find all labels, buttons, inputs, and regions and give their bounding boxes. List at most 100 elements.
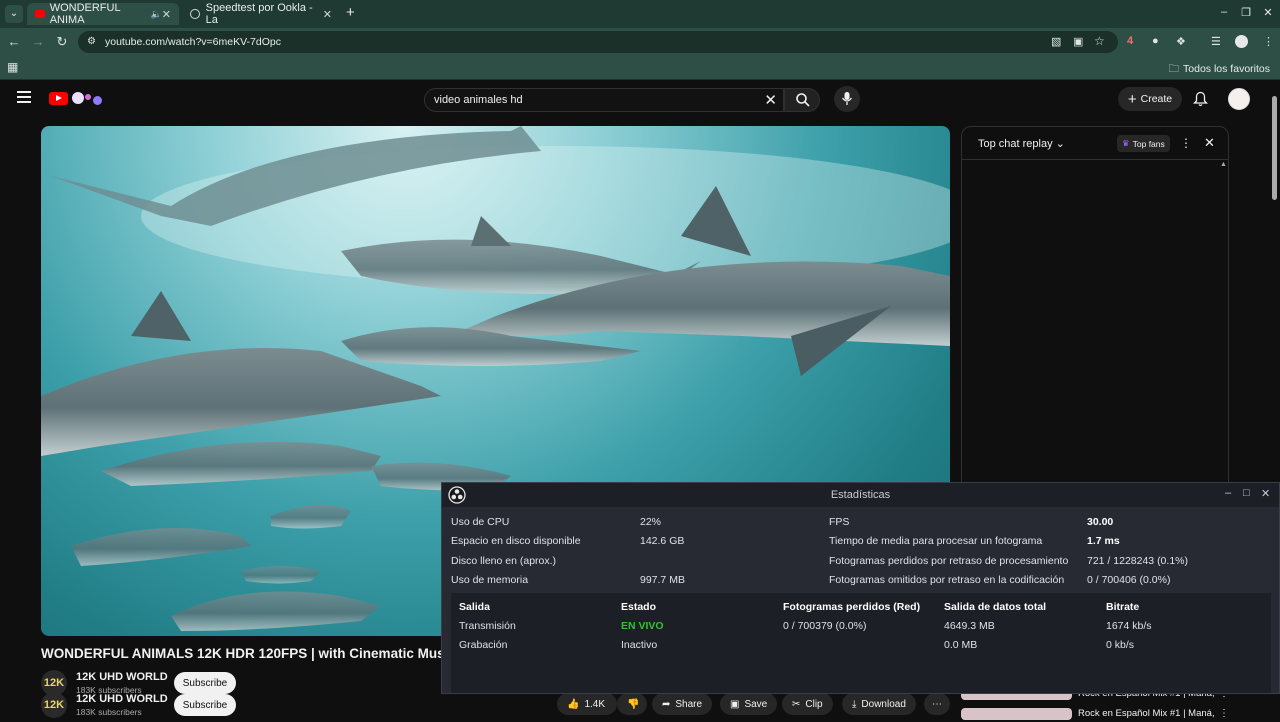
profile-avatar[interactable]	[1235, 35, 1248, 48]
speedtest-favicon-icon	[190, 9, 200, 19]
folder-icon: 🗀	[1168, 63, 1180, 75]
chrome-menu-icon[interactable]: ⋮	[1263, 35, 1274, 48]
forward-icon[interactable]: →	[30, 34, 46, 49]
new-tab-icon[interactable]: +	[346, 4, 355, 21]
obs-maximize-icon[interactable]: □	[1243, 487, 1250, 499]
bookmark-icon: ▣	[730, 698, 740, 710]
address-bar[interactable]: ⚙ youtube.com/watch?v=6meKV-7dOpc ▧ ▣ ☆	[78, 31, 1118, 53]
crown-icon: ♛	[1122, 138, 1130, 148]
doodle-logo-icon[interactable]	[72, 90, 106, 106]
share-label: Share	[675, 698, 703, 710]
notifications-bell-icon[interactable]	[1192, 91, 1209, 112]
like-count: 1.4K	[584, 698, 606, 710]
stat-value-cpu: 22%	[640, 516, 662, 528]
subscriber-count: 183K subscribers	[76, 707, 142, 717]
output-stats-table: Salida Estado Fotogramas perdidos (Red) …	[451, 593, 1271, 693]
like-button[interactable]: 👍 1.4K	[557, 693, 617, 715]
table-cell: 0 / 700379 (0.0%)	[783, 620, 867, 632]
tab-youtube[interactable]: WONDERFUL ANIMA 🔈 ✕	[27, 2, 179, 26]
obs-minimize-icon[interactable]: –	[1225, 487, 1231, 499]
top-fans-badge[interactable]: ♛ Top fans	[1117, 135, 1170, 152]
channel-name[interactable]: 12K UHD WORLD	[76, 693, 168, 705]
recommendation-thumbnail[interactable]	[961, 708, 1072, 720]
site-info-icon[interactable]: ⚙	[87, 36, 96, 47]
account-avatar[interactable]	[1228, 88, 1250, 110]
table-header: Estado	[621, 601, 657, 613]
all-bookmarks-link[interactable]: 🗀 Todos los favoritos	[1169, 61, 1270, 79]
close-tab-icon[interactable]: ✕	[323, 8, 332, 21]
share-button[interactable]: ➦ Share	[652, 693, 713, 715]
reload-icon[interactable]: ↻	[54, 34, 70, 50]
share-icon: ➦	[662, 698, 671, 710]
recommendation-title[interactable]: Rock en Español Mix #1 | Maná,	[1078, 708, 1215, 719]
subscribe-button[interactable]: Subscribe	[174, 694, 236, 716]
table-cell: 0 kb/s	[1106, 639, 1135, 651]
all-bookmarks-label: Todos los favoritos	[1183, 63, 1270, 75]
stat-label-render-lag: Fotogramas perdidos por retraso de proce…	[829, 555, 1069, 567]
chat-scroll-up-icon[interactable]: ▲	[1220, 161, 1227, 168]
video-title: WONDERFUL ANIMALS 12K HDR 120FPS | with …	[41, 646, 441, 661]
channel-avatar[interactable]: 12K	[41, 692, 67, 718]
stat-label-encoding-lag: Fotogramas omitidos por retraso en la co…	[829, 574, 1065, 586]
restore-icon[interactable]: ❐	[1235, 6, 1257, 19]
search-input[interactable]: video animales hd ✕	[424, 88, 784, 112]
chat-more-icon[interactable]: ⋮	[1180, 136, 1192, 150]
media-control-icon[interactable]: ☰	[1211, 35, 1221, 48]
browser-toolbar: ← → ↻ ⚙ youtube.com/watch?v=6meKV-7dOpc …	[0, 28, 1280, 56]
clip-label: Clip	[805, 698, 823, 710]
menu-hamburger-icon[interactable]	[17, 91, 31, 103]
stat-value-disk: 142.6 GB	[640, 535, 685, 547]
search-button[interactable]	[784, 88, 820, 112]
stat-label-disk: Espacio en disco disponible	[451, 535, 581, 547]
scissors-icon: ✂	[792, 698, 801, 710]
tab-title: WONDERFUL ANIMA	[49, 2, 121, 26]
extension-4k-icon[interactable]: 4	[1127, 35, 1133, 47]
obs-window-title: Estadísticas	[830, 489, 891, 501]
subscribe-button[interactable]: Subscribe	[174, 672, 236, 694]
dislike-button[interactable]: 👎	[617, 693, 647, 715]
download-button[interactable]: ⤓ Download	[842, 693, 916, 715]
close-window-icon[interactable]: ✕	[1257, 6, 1279, 19]
clip-button[interactable]: ✂ Clip	[782, 693, 833, 715]
tab-strip: ⌄ WONDERFUL ANIMA 🔈 ✕ Speedtest por Ookl…	[0, 0, 1280, 28]
install-app-icon[interactable]: ▣	[1073, 35, 1083, 48]
stat-value-render-lag: 721 / 1228243 (0.1%)	[1087, 555, 1188, 567]
create-button[interactable]: + Create	[1118, 87, 1182, 111]
recommendation-more-icon[interactable]: ⋮	[1219, 708, 1229, 719]
thumbs-down-icon: 👎	[627, 698, 640, 710]
bookmark-star-icon[interactable]: ☆	[1094, 34, 1105, 48]
minimize-icon[interactable]: –	[1213, 6, 1235, 18]
chat-mode-dropdown[interactable]: Top chat replay ⌄	[978, 137, 1065, 150]
table-header: Salida de datos total	[944, 601, 1047, 613]
create-label: Create	[1140, 93, 1173, 105]
close-tab-icon[interactable]: ✕	[162, 8, 171, 21]
stat-value-fps: 30.00	[1087, 516, 1114, 528]
channel-name[interactable]: 12K UHD WORLD	[76, 671, 168, 683]
apps-grid-icon[interactable]: ▦	[7, 60, 18, 74]
clear-search-icon[interactable]: ✕	[764, 91, 777, 109]
table-cell: 4649.3 MB	[944, 620, 995, 632]
back-icon[interactable]: ←	[6, 34, 22, 49]
obs-close-icon[interactable]: ✕	[1261, 487, 1270, 500]
close-chat-icon[interactable]: ✕	[1204, 135, 1215, 151]
youtube-logo[interactable]	[49, 92, 68, 105]
tab-search-button[interactable]: ⌄	[5, 5, 23, 23]
tab-title: Speedtest por Ookla - La	[205, 2, 313, 26]
save-button[interactable]: ▣ Save	[720, 693, 778, 715]
table-header: Bitrate	[1106, 601, 1140, 613]
tab-speedtest[interactable]: Speedtest por Ookla - La ✕	[182, 2, 340, 26]
page-scrollbar[interactable]	[1272, 96, 1277, 200]
live-chat-panel: Top chat replay ⌄ ♛ Top fans ⋮ ✕ ▲	[961, 126, 1229, 506]
top-fans-label: Top fans	[1132, 138, 1165, 149]
search-icon	[796, 93, 810, 107]
obs-stats-window: Estadísticas – □ ✕ Uso de CPU 22% Espaci…	[441, 482, 1280, 694]
translate-icon[interactable]: ▧	[1051, 35, 1061, 48]
extensions-puzzle-icon[interactable]: ❖	[1176, 35, 1186, 48]
download-icon: ⤓	[852, 698, 857, 710]
extension-dot-icon[interactable]: ●	[1152, 35, 1159, 47]
stat-value-memory: 997.7 MB	[640, 574, 685, 586]
obs-titlebar[interactable]: Estadísticas – □ ✕	[442, 483, 1279, 507]
save-label: Save	[744, 698, 768, 710]
voice-search-button[interactable]	[834, 86, 860, 112]
more-actions-button[interactable]: ⋯	[924, 693, 950, 715]
